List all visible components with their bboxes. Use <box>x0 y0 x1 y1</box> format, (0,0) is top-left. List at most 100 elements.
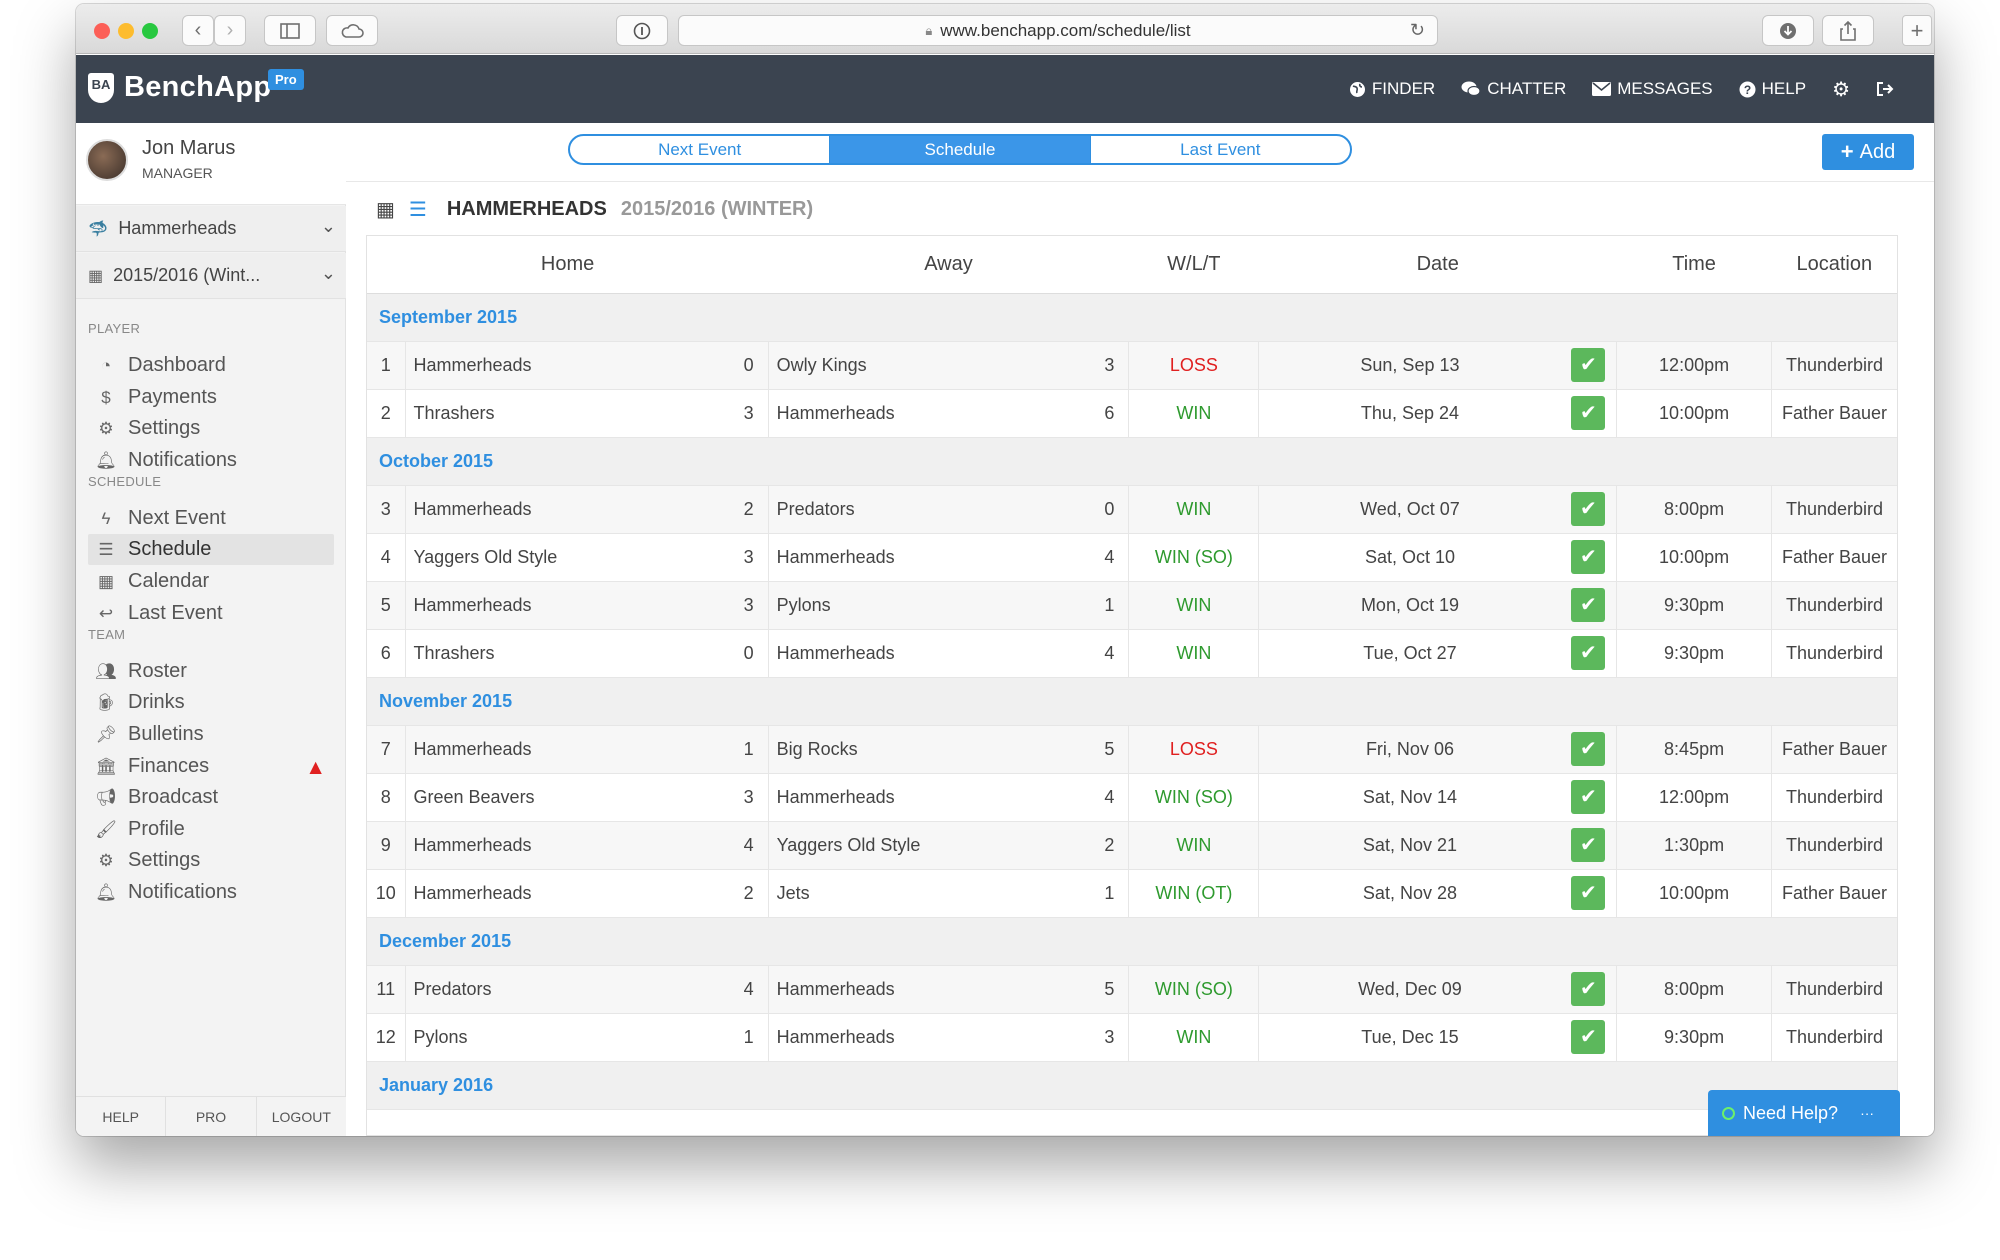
column-header-home[interactable]: Home <box>367 236 769 294</box>
sign-out-button[interactable] <box>1876 81 1894 97</box>
check-icon[interactable]: ✔ <box>1571 876 1606 910</box>
away-team: Hammerheads <box>768 773 1089 822</box>
table-row[interactable]: 3 Hammerheads 2 Predators 0 WIN Wed, Oct 07 ✔ 8:… <box>367 485 1897 534</box>
settings-gear-button[interactable]: ⚙ <box>1832 77 1850 102</box>
table-row[interactable]: 8 Green Beavers 3 Hammerheads 4 WIN (SO) Sat, … <box>367 773 1897 822</box>
back-button[interactable]: ‹ <box>182 15 214 46</box>
bell-icon: 🔔︎ <box>95 882 117 902</box>
share-button[interactable] <box>1822 15 1874 46</box>
table-row[interactable]: 11 Predators 4 Hammerheads 5 WIN (SO) Wed, Dec… <box>367 965 1897 1014</box>
table-row[interactable]: 12 Pylons 1 Hammerheads 3 WIN Tue, Dec 15 ✔ 9:30… <box>367 1013 1897 1062</box>
benchapp-logo[interactable]: BA BenchApp <box>88 71 271 104</box>
check-icon[interactable]: ✔ <box>1571 348 1606 382</box>
icloud-button[interactable] <box>326 15 378 46</box>
away-score: 1 <box>1088 869 1130 918</box>
check-icon[interactable]: ✔ <box>1571 1020 1606 1054</box>
nav-messages[interactable]: MESSAGES <box>1592 79 1713 99</box>
footer-pro-link[interactable]: PRO <box>166 1097 257 1136</box>
home-team: Hammerheads <box>405 821 729 870</box>
check-icon[interactable]: ✔ <box>1571 396 1606 430</box>
nav-chatter[interactable]: CHATTER <box>1461 79 1566 99</box>
sidebar-item-next-event[interactable]: ϟ Next Event <box>88 503 334 534</box>
column-header-location[interactable]: Location <box>1771 236 1897 294</box>
table-row[interactable]: 1 Hammerheads 0 Owly Kings 3 LOSS Sun, Sep 13 ✔… <box>367 341 1897 390</box>
check-icon[interactable]: ✔ <box>1571 492 1606 526</box>
column-header-date[interactable]: Date <box>1258 236 1617 294</box>
game-number: 6 <box>367 629 406 678</box>
column-header-wlt[interactable]: W/L/T <box>1128 236 1259 294</box>
question-circle-icon: ? <box>1739 81 1756 98</box>
table-row[interactable]: 5 Hammerheads 3 Pylons 1 WIN Mon, Oct 19 ✔ 9:30p… <box>367 581 1897 630</box>
check-icon[interactable]: ✔ <box>1571 972 1606 1006</box>
check-icon[interactable]: ✔ <box>1571 636 1606 670</box>
sidebar-item-broadcast[interactable]: 📢︎ Broadcast <box>88 782 334 813</box>
sidebar-item-player-notifications[interactable]: 🔔︎ Notifications <box>88 445 334 476</box>
minimize-window-button[interactable] <box>118 23 134 39</box>
reload-icon[interactable]: ↻ <box>1410 20 1425 41</box>
footer-logout-link[interactable]: LOGOUT <box>257 1097 346 1136</box>
bullhorn-icon: 📢︎ <box>95 787 117 807</box>
check-icon[interactable]: ✔ <box>1571 828 1606 862</box>
downloads-button[interactable] <box>1762 15 1814 46</box>
list-view-icon[interactable]: ☰ <box>409 197 427 222</box>
need-help-widget[interactable]: Need Help? ··· <box>1708 1090 1900 1136</box>
column-header-away[interactable]: Away <box>768 236 1129 294</box>
game-location: Thunderbird <box>1771 581 1897 630</box>
team-selector[interactable]: 🦈︎ Hammerheads ⌄ <box>76 206 346 252</box>
home-team: Thrashers <box>405 629 729 678</box>
bank-icon: 🏛︎ <box>95 756 117 776</box>
sidebar-item-drinks[interactable]: 🍺︎ Drinks <box>88 687 334 718</box>
new-tab-button[interactable]: + <box>1902 15 1932 46</box>
table-row[interactable]: 2 Thrashers 3 Hammerheads 6 WIN Thu, Sep 24 ✔ 10… <box>367 389 1897 438</box>
tab-schedule[interactable]: Schedule <box>829 136 1090 163</box>
table-row[interactable]: 4 Yaggers Old Style 3 Hammerheads 4 WIN (SO) S… <box>367 533 1897 582</box>
sidebar-item-team-settings[interactable]: ⚙ Settings <box>88 845 334 876</box>
sidebar-item-bulletins[interactable]: 📌︎ Bulletins <box>88 719 334 750</box>
tab-next-event[interactable]: Next Event <box>570 136 829 163</box>
check-icon[interactable]: ✔ <box>1571 588 1606 622</box>
game-number: 3 <box>367 485 406 534</box>
sidebar-item-schedule[interactable]: ☰ Schedule <box>88 534 334 565</box>
sidebar-toggle-button[interactable] <box>264 15 316 46</box>
tab-last-event[interactable]: Last Event <box>1089 136 1350 163</box>
team-selector-label: Hammerheads <box>118 218 237 238</box>
attendance-check: ✔ <box>1560 1013 1618 1062</box>
footer-help-link[interactable]: HELP <box>76 1097 167 1136</box>
game-date: Sat, Nov 21 <box>1258 821 1561 870</box>
home-team: Hammerheads <box>405 581 729 630</box>
table-row[interactable]: 7 Hammerheads 1 Big Rocks 5 LOSS Fri, Nov 06 ✔ 8… <box>367 725 1897 774</box>
away-team: Hammerheads <box>768 389 1089 438</box>
calendar-icon: ▦ <box>88 267 104 285</box>
column-header-time[interactable]: Time <box>1616 236 1772 294</box>
sidebar-item-profile[interactable]: 🖌︎ Profile <box>88 814 334 845</box>
game-time: 9:30pm <box>1616 1013 1773 1062</box>
season-selector[interactable]: ▦ 2015/2016 (Wint... ⌄ <box>76 253 346 299</box>
check-icon[interactable]: ✔ <box>1571 540 1606 574</box>
sidebar-item-payments[interactable]: $ Payments <box>88 382 334 413</box>
sidebar-item-calendar[interactable]: ▦ Calendar <box>88 566 334 597</box>
sidebar-item-team-notifications[interactable]: 🔔︎ Notifications <box>88 877 334 908</box>
table-row[interactable]: 9 Hammerheads 4 Yaggers Old Style 2 WIN Sat, N… <box>367 821 1897 870</box>
close-window-button[interactable] <box>94 23 110 39</box>
check-icon[interactable]: ✔ <box>1571 732 1606 766</box>
sidebar-item-dashboard[interactable]: ◔ Dashboard <box>88 350 334 381</box>
table-row[interactable]: 10 Hammerheads 2 Jets 1 WIN (OT) Sat, Nov 28 ✔ 1… <box>367 869 1897 918</box>
sidebar-item-roster[interactable]: 👥︎ Roster <box>88 656 334 687</box>
user-profile[interactable]: Jon Marus MANAGER <box>76 123 346 205</box>
table-row[interactable]: 6 Thrashers 0 Hammerheads 4 WIN Tue, Oct 27 ✔ 9:… <box>367 629 1897 678</box>
nav-help[interactable]: ? HELP <box>1739 79 1806 99</box>
forward-button[interactable]: › <box>214 15 246 46</box>
sidebar-item-player-settings[interactable]: ⚙ Settings <box>88 413 334 444</box>
game-location: Thunderbird <box>1771 965 1897 1014</box>
sidebar-item-finances[interactable]: 🏛︎ Finances ▲ <box>88 751 334 782</box>
reader-info-button[interactable] <box>616 15 668 46</box>
nav-finder[interactable]: FINDER <box>1349 79 1435 99</box>
add-button[interactable]: + Add <box>1822 134 1914 170</box>
grid-view-icon[interactable]: ▦ <box>376 197 395 222</box>
sidebar-item-last-event[interactable]: ↩ Last Event <box>88 598 334 629</box>
zoom-window-button[interactable] <box>142 23 158 39</box>
address-bar[interactable]: 🔒︎ www.benchapp.com/schedule/list ↻ <box>678 15 1438 46</box>
game-time: 10:00pm <box>1616 389 1773 438</box>
pushpin-icon: 📌︎ <box>95 724 117 744</box>
check-icon[interactable]: ✔ <box>1571 780 1606 814</box>
